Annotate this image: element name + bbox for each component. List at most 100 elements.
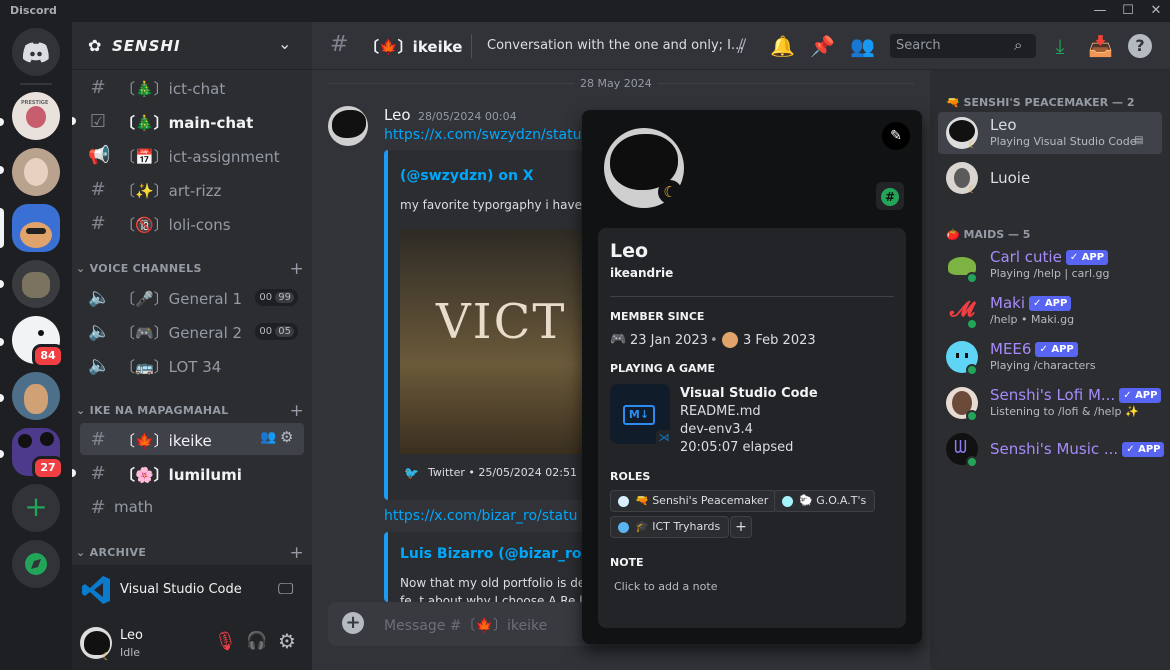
member-name: Senshi's Music ... bbox=[990, 440, 1119, 458]
hashtag-badge-icon: # bbox=[876, 182, 904, 210]
threads-icon[interactable]: ⫽ bbox=[730, 34, 754, 58]
help-icon[interactable]: ? bbox=[1128, 34, 1152, 58]
screen-share-icon[interactable]: 🖵 bbox=[278, 579, 293, 599]
channel-topic[interactable]: Conversation with the one and only; I... bbox=[487, 38, 743, 53]
headphones-icon[interactable]: 🎧 bbox=[246, 631, 267, 651]
member-mee6[interactable]: MEE6 ✓ APP Playing /characters bbox=[938, 336, 1162, 378]
server-prestige[interactable]: PRESTIGE bbox=[12, 92, 60, 140]
online-status-dot bbox=[966, 364, 978, 376]
app-badge: ✓ APP bbox=[1035, 342, 1078, 357]
member-list: 🔫 SENSHI'S PEACEMAKER — 2 ☾ Leo Playing … bbox=[930, 70, 1170, 670]
unread-dot bbox=[72, 117, 76, 125]
server-join-date: 3 Feb 2023 bbox=[743, 333, 816, 348]
role-pill[interactable]: 🎓 ICT Tryhards bbox=[610, 516, 730, 538]
minimize-icon[interactable]: — bbox=[1086, 0, 1114, 22]
member-since-label: MEMBER SINCE bbox=[610, 310, 705, 323]
voice-general-2[interactable]: 🔈 〔🎮〕General 2 00 05 bbox=[80, 315, 304, 347]
gear-icon[interactable]: ⚙ bbox=[278, 629, 296, 653]
server-avatar-2[interactable] bbox=[12, 148, 60, 196]
message-author[interactable]: Leo bbox=[384, 106, 411, 124]
server-unread-dot bbox=[0, 118, 4, 126]
category-voice[interactable]: ⌄ VOICE CHANNELS + bbox=[76, 259, 304, 279]
compass-icon bbox=[25, 553, 47, 575]
add-channel-icon[interactable]: + bbox=[289, 543, 304, 563]
member-leo[interactable]: ☾ Leo Playing Visual Studio Code ▤ bbox=[938, 112, 1162, 154]
user-status: Idle bbox=[120, 646, 141, 659]
invite-icon[interactable]: 👥 bbox=[260, 430, 276, 445]
chevron-down-icon: ⌄ bbox=[76, 546, 86, 559]
message-timestamp: 28/05/2024 00:04 bbox=[418, 110, 517, 123]
composer-placeholder: Message #〔🍁〕ikeike bbox=[384, 618, 548, 634]
add-channel-icon[interactable]: + bbox=[289, 401, 304, 421]
add-channel-icon[interactable]: + bbox=[289, 259, 304, 279]
note-input[interactable]: Click to add a note bbox=[614, 580, 717, 593]
date-divider-label: 28 May 2024 bbox=[574, 77, 658, 90]
profile-username: ikeandrie bbox=[610, 266, 674, 280]
member-status: Playing /characters bbox=[990, 359, 1096, 372]
channel-label: 〔🎄〕main-chat bbox=[120, 114, 254, 132]
online-status-dot bbox=[966, 272, 978, 284]
role-pill[interactable]: 🐑 G.O.A.T's bbox=[774, 490, 876, 512]
embed-text: my favorite typorgaphy i have c bbox=[400, 198, 593, 212]
message-avatar[interactable] bbox=[328, 106, 368, 146]
channel-ict-assignment[interactable]: 📢 〔📅〕ict-assignment bbox=[80, 139, 304, 171]
app-badge: ✓ APP bbox=[1065, 250, 1109, 265]
channel-ikeike[interactable]: # 〔🍁〕ikeike 👥 ⚙ bbox=[80, 423, 304, 455]
role-pill[interactable]: 🔫 Senshi's Peacemaker bbox=[610, 490, 778, 512]
search-input[interactable]: Search ⌕ bbox=[890, 34, 1036, 58]
add-attachment-icon[interactable]: + bbox=[342, 612, 364, 634]
discover-button[interactable] bbox=[12, 540, 60, 588]
voice-lot-34[interactable]: 🔈 〔🚌〕LOT 34 bbox=[80, 349, 304, 381]
category-ike[interactable]: ⌄ IKE NA MAPAGMAHAL + bbox=[76, 401, 304, 421]
embed-image[interactable]: VICT bbox=[400, 230, 594, 454]
member-name: Maki bbox=[990, 294, 1025, 312]
pin-icon[interactable]: 📌 bbox=[810, 34, 835, 58]
app-badge: ✓ APP bbox=[1122, 442, 1165, 457]
server-header[interactable]: ✿ SENSHI ⌄ bbox=[72, 22, 312, 70]
channel-math[interactable]: # math bbox=[80, 491, 304, 523]
server-avatar-6[interactable] bbox=[12, 372, 60, 420]
server-senshi[interactable] bbox=[12, 204, 60, 252]
member-name: Leo bbox=[990, 116, 1017, 134]
category-archive[interactable]: ⌄ ARCHIVE + bbox=[76, 543, 304, 563]
member-carl[interactable]: Carl cutie ✓ APP Playing /help | carl.gg bbox=[938, 244, 1162, 286]
message-link[interactable]: https://x.com/swzydzn/statu bbox=[384, 127, 581, 143]
hash-thread-icon: # bbox=[90, 179, 106, 200]
server-icon bbox=[722, 332, 738, 348]
message-link[interactable]: https://x.com/bizar_ro/statu bbox=[384, 508, 577, 524]
app-title: Discord bbox=[10, 4, 57, 17]
gear-icon[interactable]: ⚙ bbox=[280, 428, 293, 446]
embed-footer: Twitter • 25/05/2024 02:51 bbox=[428, 466, 577, 479]
server-unread-dot bbox=[0, 338, 4, 346]
close-icon[interactable]: ✕ bbox=[1142, 0, 1170, 22]
embed-author[interactable]: (@swzydzn) on X bbox=[400, 168, 534, 184]
member-luoie[interactable]: ☾ Luoie bbox=[938, 157, 1162, 199]
members-icon[interactable]: 👥 bbox=[850, 34, 875, 58]
member-maki[interactable]: 𝓜 Maki ✓ APP /help • Maki.gg bbox=[938, 290, 1162, 332]
server-avatar-4[interactable] bbox=[12, 260, 60, 308]
channel-art-rizz[interactable]: # 〔✨〕art-rizz bbox=[80, 173, 304, 205]
inbox-icon[interactable]: 📥 bbox=[1088, 34, 1113, 58]
mute-microphone-icon[interactable]: 🎙 bbox=[214, 631, 237, 652]
profile-popout: ☾ ✎ # Leo ikeandrie MEMBER SINCE 🎮 23 Ja… bbox=[582, 110, 922, 644]
home-button[interactable] bbox=[12, 28, 60, 76]
channel-lumilumi[interactable]: # 〔🌸〕lumilumi bbox=[80, 457, 304, 489]
download-icon[interactable]: ⤓ bbox=[1048, 34, 1072, 58]
channel-ict-chat[interactable]: # 〔🎄〕ict-chat bbox=[80, 71, 304, 103]
member-senshi-music[interactable]: ᗯ Senshi's Music ... ✓ APP bbox=[938, 428, 1165, 470]
channel-main-chat[interactable]: ☑ 〔🎄〕main-chat bbox=[80, 105, 304, 137]
member-senshi-lofi[interactable]: Senshi's Lofi M... ✓ APP Listening to /lo… bbox=[938, 382, 1162, 424]
game-elapsed: 20:05:07 elapsed bbox=[680, 440, 794, 455]
channel-loli-cons[interactable]: # 〔🔞〕loli-cons bbox=[80, 207, 304, 239]
maximize-icon[interactable]: ☐ bbox=[1114, 0, 1142, 22]
channel-label: 〔🎤〕General 1 bbox=[120, 290, 243, 308]
embed-author[interactable]: Luis Bizarro (@bizar_ro) o bbox=[400, 546, 594, 562]
add-role-button[interactable]: + bbox=[730, 516, 752, 538]
roles-label: ROLES bbox=[610, 470, 651, 483]
activity-panel[interactable]: Visual Studio Code 🖵 bbox=[72, 565, 312, 617]
bell-icon[interactable]: 🔔 bbox=[770, 34, 795, 58]
voice-general-1[interactable]: 🔈 〔🎤〕General 1 00 99 bbox=[80, 281, 304, 313]
add-server-button[interactable]: + bbox=[12, 484, 60, 532]
plus-icon: + bbox=[24, 490, 48, 523]
edit-profile-icon[interactable]: ✎ bbox=[882, 122, 910, 150]
